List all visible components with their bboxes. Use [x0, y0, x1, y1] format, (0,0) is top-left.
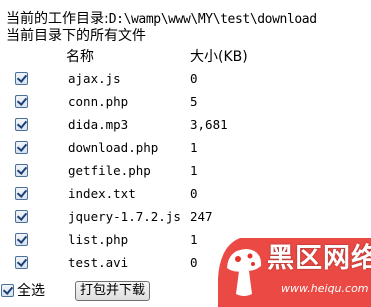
- file-row: getfile.php 1: [0, 160, 371, 182]
- file-checkbox[interactable]: [15, 187, 28, 200]
- file-checkbox[interactable]: [15, 256, 28, 269]
- file-size: 5: [190, 94, 198, 109]
- all-files-heading: 当前目录下的所有文件: [6, 28, 146, 44]
- mushroom-logo-icon: [227, 249, 262, 296]
- pack-download-button[interactable]: 打包并下载: [75, 281, 151, 301]
- file-checkbox[interactable]: [15, 233, 28, 246]
- watermark-url: www.heiqu.com: [281, 282, 369, 295]
- column-header-name: 名称: [66, 49, 94, 65]
- file-row: jquery-1.7.2.js 247: [0, 206, 371, 228]
- file-name: ajax.js: [68, 71, 121, 86]
- file-size: 1: [190, 232, 198, 247]
- file-row: ajax.js 0: [0, 68, 371, 90]
- file-size: 0: [190, 186, 198, 201]
- file-size: 247: [190, 209, 213, 224]
- file-checkbox[interactable]: [15, 164, 28, 177]
- file-name: download.php: [68, 140, 159, 155]
- file-checkbox[interactable]: [15, 72, 28, 85]
- file-name: test.avi: [68, 255, 129, 270]
- file-checkbox[interactable]: [15, 210, 28, 223]
- file-checkbox[interactable]: [15, 95, 28, 108]
- column-header-size: 大小(KB): [190, 49, 248, 65]
- file-size: 3,681: [190, 117, 228, 132]
- file-row: download.php 1: [0, 137, 371, 159]
- file-name: dida.mp3: [68, 117, 129, 132]
- current-directory-line: 当前的工作目录:D:\wamp\www\MY\test\download: [6, 11, 317, 28]
- current-directory-path: D:\wamp\www\MY\test\download: [108, 12, 317, 27]
- file-row: dida.mp3 3,681: [0, 114, 371, 136]
- site-watermark: 黑区网络 www.heiqu.com: [218, 238, 371, 307]
- file-size: 1: [190, 163, 198, 178]
- file-row: index.txt 0: [0, 183, 371, 205]
- file-name: list.php: [68, 232, 129, 247]
- file-name: jquery-1.7.2.js: [68, 209, 181, 224]
- file-checkbox[interactable]: [15, 118, 28, 131]
- current-directory-label: 当前的工作目录:: [6, 11, 109, 27]
- select-all-label[interactable]: 全选: [17, 283, 45, 299]
- file-name: conn.php: [68, 94, 129, 109]
- file-size: 1: [190, 140, 198, 155]
- file-row: conn.php 5: [0, 91, 371, 113]
- watermark-logo-text: 黑区网络: [267, 243, 371, 274]
- select-all-checkbox[interactable]: [1, 284, 14, 297]
- file-name: getfile.php: [68, 163, 151, 178]
- file-checkbox[interactable]: [15, 141, 28, 154]
- file-size: 0: [190, 71, 198, 86]
- file-name: index.txt: [68, 186, 136, 201]
- file-size: 0: [190, 255, 198, 270]
